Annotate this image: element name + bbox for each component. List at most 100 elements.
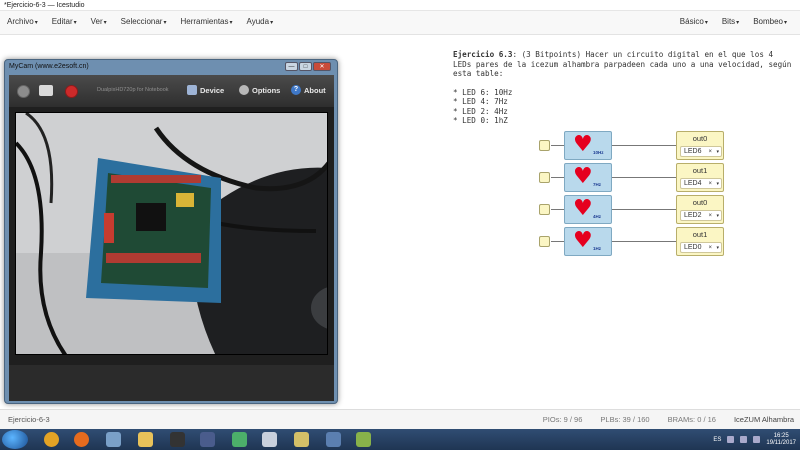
output-block[interactable]: out0 LED2 × ▾: [676, 195, 724, 224]
project-name: Ejercicio-6-3: [8, 415, 50, 424]
caret-down-icon: ▾: [783, 20, 787, 26]
input-pin[interactable]: [539, 236, 550, 247]
list-item: LED 2: 4Hz: [453, 107, 793, 117]
chrome-icon[interactable]: [44, 432, 59, 447]
input-pin[interactable]: [539, 172, 550, 183]
network-icon[interactable]: [106, 432, 121, 447]
start-button[interactable]: [2, 430, 28, 449]
menu-bits[interactable]: Bits▾: [715, 10, 746, 35]
led-select[interactable]: LED2 × ▾: [680, 210, 722, 221]
wire: [612, 145, 676, 146]
menu-editar[interactable]: Editar▾: [45, 10, 84, 35]
camera-image: [16, 113, 327, 354]
menu-seleccionar[interactable]: Seleccionar▾: [114, 10, 174, 35]
heart-blink-block[interactable]: ♥ 4Hz: [564, 195, 612, 224]
system-tray: ES 16:25 19/11/2017: [713, 429, 800, 450]
info-block[interactable]: Ejercicio 6.3: (3 Bitpoints) Hacer un ci…: [453, 50, 793, 126]
clear-icon[interactable]: ×: [708, 179, 712, 189]
chevron-down-icon[interactable]: ▾: [716, 147, 719, 157]
input-pin[interactable]: [539, 204, 550, 215]
brams-count: BRAMs: 0 / 16: [667, 415, 716, 424]
clear-icon[interactable]: ×: [708, 147, 712, 157]
clock-date: 19/11/2017: [766, 439, 796, 446]
board-name[interactable]: IceZUM Alhambra: [734, 410, 794, 429]
mycam-window[interactable]: MyCam (www.e2esoft.cn) — □ ✕ DualpixHD72…: [4, 59, 338, 404]
app-icon[interactable]: [232, 432, 247, 447]
menu-archivo[interactable]: Archivo▾: [0, 10, 45, 35]
chevron-down-icon[interactable]: ▾: [716, 243, 719, 253]
output-block[interactable]: out0 LED6 × ▾: [676, 131, 724, 160]
minimize-button[interactable]: —: [285, 62, 298, 71]
menu-herramientas[interactable]: Herramientas▾: [173, 10, 239, 35]
frequency-label: 4Hz: [593, 214, 602, 219]
led-frequency-list: LED 6: 10HzLED 4: 7HzLED 2: 4HzLED 0: 1h…: [453, 88, 793, 126]
list-item: LED 4: 7Hz: [453, 97, 793, 107]
mycam-icon[interactable]: [326, 432, 341, 447]
caret-down-icon: ▾: [73, 20, 77, 26]
tools-icon[interactable]: [200, 432, 215, 447]
tray-icon[interactable]: [727, 436, 735, 443]
window-controls: — □ ✕: [285, 62, 331, 71]
frequency-label: 10Hz: [593, 150, 604, 155]
play-icon[interactable]: [17, 85, 30, 98]
about-button[interactable]: ? About: [291, 85, 326, 95]
mycam-toolbar: DualpixHD720p for Notebook Device Option…: [9, 75, 334, 107]
device-name: DualpixHD720p for Notebook: [97, 87, 169, 93]
tray-icon[interactable]: [740, 436, 748, 443]
caret-down-icon: ▾: [270, 20, 274, 26]
frequency-label: 7Hz: [593, 182, 602, 187]
output-label: out1: [692, 230, 708, 239]
language-indicator[interactable]: ES: [713, 437, 721, 443]
snapshot-icon[interactable]: [39, 85, 53, 96]
editor-icon[interactable]: [356, 432, 371, 447]
output-block[interactable]: out1 LED4 × ▾: [676, 163, 724, 192]
wire: [551, 241, 564, 242]
wire: [612, 209, 676, 210]
heart-blink-block[interactable]: ♥ 7Hz: [564, 163, 612, 192]
taskbar: ES 16:25 19/11/2017: [0, 429, 800, 450]
mycam-body: DualpixHD720p for Notebook Device Option…: [9, 75, 334, 401]
resource-stats: PIOs: 9 / 96 PLBs: 39 / 160 BRAMs: 0 / 1…: [543, 410, 794, 429]
caret-down-icon: ▾: [103, 20, 107, 26]
firefox-icon[interactable]: [74, 432, 89, 447]
list-item: LED 0: 1hZ: [453, 116, 793, 126]
record-icon[interactable]: [65, 85, 78, 98]
output-label: out1: [692, 166, 708, 175]
caret-down-icon: ▾: [736, 20, 740, 26]
inkscape-icon[interactable]: [170, 432, 185, 447]
folder-icon[interactable]: [138, 432, 153, 447]
chevron-down-icon[interactable]: ▾: [716, 179, 719, 189]
device-button[interactable]: Device: [187, 85, 224, 95]
clear-icon[interactable]: ×: [708, 211, 712, 221]
options-button[interactable]: Options: [239, 85, 280, 95]
heart-blink-block[interactable]: ♥ 10Hz: [564, 131, 612, 160]
chevron-down-icon[interactable]: ▾: [716, 211, 719, 221]
list-item: LED 6: 10Hz: [453, 88, 793, 98]
close-button[interactable]: ✕: [313, 62, 331, 71]
icestudio-icon[interactable]: [294, 432, 309, 447]
menu-basico[interactable]: Básico▾: [673, 10, 715, 35]
menu-ayuda[interactable]: Ayuda▾: [240, 10, 281, 35]
clear-icon[interactable]: ×: [708, 243, 712, 253]
menu-ver[interactable]: Ver▾: [84, 10, 114, 35]
heart-blink-block[interactable]: ♥ 1Hz: [564, 227, 612, 256]
usb-icon[interactable]: [262, 432, 277, 447]
wire: [612, 177, 676, 178]
wire: [612, 241, 676, 242]
gear-icon: [239, 85, 249, 95]
led-select[interactable]: LED6 × ▾: [680, 146, 722, 157]
info-heading: Ejercicio 6.3: [453, 50, 513, 59]
volume-icon[interactable]: [753, 436, 761, 443]
caret-down-icon: ▾: [163, 20, 167, 26]
heart-icon: ♥: [573, 132, 593, 157]
maximize-button[interactable]: □: [299, 62, 312, 71]
device-icon: [187, 85, 197, 95]
caret-down-icon: ▾: [229, 20, 233, 26]
statusbar: Ejercicio-6-3 PIOs: 9 / 96 PLBs: 39 / 16…: [0, 409, 800, 429]
clock[interactable]: 16:25 19/11/2017: [766, 433, 796, 447]
menu-bombeo[interactable]: Bombeo▾: [746, 10, 794, 35]
input-pin[interactable]: [539, 140, 550, 151]
output-block[interactable]: out1 LED0 × ▾: [676, 227, 724, 256]
led-select[interactable]: LED4 × ▾: [680, 178, 722, 189]
led-select[interactable]: LED0 × ▾: [680, 242, 722, 253]
